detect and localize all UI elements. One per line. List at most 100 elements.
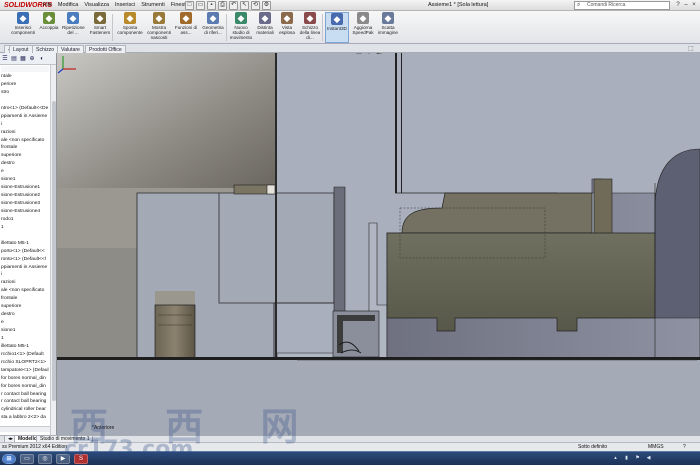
- rebuild-icon[interactable]: ⟲: [251, 1, 260, 10]
- tree-item[interactable]: ale <non specificato: [0, 287, 50, 295]
- tree-item[interactable]: ntale: [0, 73, 50, 81]
- menu-visualizza[interactable]: Visualizza: [81, 0, 112, 11]
- tree-item[interactable]: sione-Estrusione2: [0, 192, 50, 200]
- tree-item[interactable]: ppiamenti in Assieme: [0, 113, 50, 121]
- ribbon-button-explode-line[interactable]: ◆ Schizzo della linea di...: [298, 12, 322, 43]
- tree-item[interactable]: e: [0, 319, 50, 327]
- feature-tree-icon[interactable]: ☰: [1, 55, 9, 63]
- config-manager-icon[interactable]: ▦: [19, 55, 27, 63]
- status-help-icon[interactable]: ?: [683, 443, 686, 451]
- section-view-icon[interactable]: ▣: [355, 53, 363, 56]
- tab-schizzo[interactable]: Schizzo: [32, 45, 59, 53]
- tree-item[interactable]: tampatore<1> (Defaul: [0, 367, 50, 375]
- tree-item[interactable]: illettato M5-1: [0, 240, 50, 248]
- tree-item[interactable]: sione1: [0, 176, 50, 184]
- tab-layout[interactable]: Layout: [9, 45, 33, 53]
- taskbar-browser-icon[interactable]: ◎: [38, 454, 52, 464]
- tree-item[interactable]: sione1: [0, 327, 50, 335]
- tree-scrollbar[interactable]: [50, 65, 56, 435]
- search-input[interactable]: ⌕ Comandi Ricerca: [574, 1, 670, 10]
- taskbar-solidworks-icon[interactable]: S: [74, 454, 88, 464]
- ribbon-button-instant3d[interactable]: ◆ Instant3D: [325, 12, 349, 43]
- select-arrow-icon[interactable]: ↖: [240, 1, 249, 10]
- hide-show-icon[interactable]: ◌: [385, 53, 393, 56]
- view-settings-icon[interactable]: ▭: [415, 53, 423, 56]
- taskbar-explorer-icon[interactable]: ▭: [20, 454, 34, 464]
- ribbon-button-speedpak[interactable]: ◆ Aggiorna SpeedPak: [351, 12, 375, 43]
- save-icon[interactable]: ▪: [207, 1, 216, 10]
- ribbon-button-insert-components[interactable]: ◆ Inserisci componenti: [10, 12, 36, 43]
- tree-item[interactable]: rcchio1<1> (Default: [0, 351, 50, 359]
- zoom-fit-icon[interactable]: ⌕: [325, 53, 333, 56]
- display-manager-icon[interactable]: ◐: [38, 55, 46, 63]
- ribbon-button-show-hidden[interactable]: ◆ Mostra componenti nascosti: [145, 12, 173, 43]
- tray-volume-icon[interactable]: ◀: [645, 454, 652, 462]
- tray-network-icon[interactable]: ▮: [623, 454, 630, 462]
- tray-flag-icon[interactable]: ⚑: [634, 454, 641, 462]
- previous-view-icon[interactable]: ↺: [345, 53, 353, 56]
- tree-item[interactable]: ntro<1> (Default<<De: [0, 105, 50, 113]
- ribbon-button-motion-study[interactable]: ◆ Nuovo studio di movimento: [229, 12, 253, 43]
- tree-item[interactable]: stro: [0, 89, 50, 97]
- ribbon-button-mate[interactable]: ◆ Accoppia: [38, 12, 60, 43]
- tree-item[interactable]: for bores normal_din: [0, 375, 50, 383]
- tree-item[interactable]: superiore: [0, 303, 50, 311]
- menu-file[interactable]: File: [40, 0, 55, 11]
- scrollbar-thumb[interactable]: [52, 101, 56, 401]
- options-icon[interactable]: ⚙: [262, 1, 271, 10]
- tree-item[interactable]: [0, 232, 50, 240]
- tree-item[interactable]: i: [0, 121, 50, 129]
- taskbar-media-icon[interactable]: ▶: [56, 454, 70, 464]
- tree-item[interactable]: for bores normal_din: [0, 383, 50, 391]
- status-units[interactable]: MMGS: [648, 443, 664, 451]
- ribbon-button-move-component[interactable]: ◆ Sposta componente: [117, 12, 143, 43]
- minimize-icon[interactable]: –: [682, 0, 690, 11]
- tree-item[interactable]: sta a labbro 2<2> da: [0, 414, 50, 422]
- ribbon-button-bom[interactable]: ◆ Distinta materiali: [254, 12, 276, 43]
- tree-item[interactable]: sione-Estrusione3: [0, 200, 50, 208]
- ribbon-button-exploded-view[interactable]: ◆ Vista esplosa: [277, 12, 297, 43]
- tree-item[interactable]: ale <non specificato: [0, 137, 50, 145]
- tree-item[interactable]: [0, 97, 50, 105]
- menu-modifica[interactable]: Modifica: [55, 0, 81, 11]
- tree-item[interactable]: 1: [0, 335, 50, 343]
- tree-item[interactable]: frontale: [0, 144, 50, 152]
- tree-item[interactable]: destro: [0, 160, 50, 168]
- tab-valutare[interactable]: Valutare: [57, 45, 84, 53]
- undo-icon[interactable]: ↶: [229, 1, 238, 10]
- tree-item[interactable]: rcchio SLOPRT2<1>: [0, 359, 50, 367]
- open-folder-icon[interactable]: ▭: [196, 1, 205, 10]
- view-orientation-icon[interactable]: ◈: [365, 53, 373, 56]
- print-icon[interactable]: ⎙: [218, 1, 227, 10]
- ribbon-button-snapshot[interactable]: ◆ Scatta immagine: [377, 12, 399, 43]
- tree-item[interactable]: ppiamenti in Assieme: [0, 264, 50, 272]
- graphics-viewport[interactable]: ⌕ ⌖ ↺ ▣ ◈ ◧ ◌ ● ◒ ▭ *Anteriore: [57, 53, 700, 435]
- property-manager-icon[interactable]: ▤: [10, 55, 18, 63]
- display-style-icon[interactable]: ◧: [375, 53, 383, 56]
- tree-item[interactable]: sione-Estrusione1: [0, 184, 50, 192]
- dim-expert-icon[interactable]: ⊕: [28, 55, 36, 63]
- tree-item[interactable]: rodo1: [0, 216, 50, 224]
- tree-item[interactable]: razioni: [0, 129, 50, 137]
- ribbon-button-pattern[interactable]: ◆ Ripetizione del ...: [62, 12, 85, 43]
- tree-item[interactable]: sione-Estrusione4: [0, 208, 50, 216]
- tree-item[interactable]: e: [0, 168, 50, 176]
- tree-item[interactable]: ronto<1> (Default<<l: [0, 256, 50, 264]
- tree-item[interactable]: destro: [0, 311, 50, 319]
- appearance-icon[interactable]: ●: [395, 53, 403, 56]
- new-document-icon[interactable]: □: [185, 1, 194, 10]
- ribbon-button-assembly-features[interactable]: ◆ Funzioni di ass...: [174, 12, 198, 43]
- tree-item[interactable]: razioni: [0, 279, 50, 287]
- tray-arrow-icon[interactable]: ▴: [612, 454, 619, 462]
- tree-filter[interactable]: [1, 66, 49, 72]
- tree-item[interactable]: frontale: [0, 295, 50, 303]
- tab-prodotti-office[interactable]: Prodotti Office: [85, 45, 126, 53]
- tree-horizontal-scrollbar[interactable]: [0, 426, 50, 432]
- close-icon[interactable]: ×: [690, 0, 698, 11]
- tree-item[interactable]: superiore: [0, 152, 50, 160]
- tree-item[interactable]: cylindrical roller bear: [0, 406, 50, 414]
- tree-item[interactable]: 1: [0, 224, 50, 232]
- scene-icon[interactable]: ◒: [405, 53, 413, 56]
- help-icon[interactable]: ?: [674, 0, 682, 11]
- menu-inserisci[interactable]: Inserisci: [112, 0, 138, 11]
